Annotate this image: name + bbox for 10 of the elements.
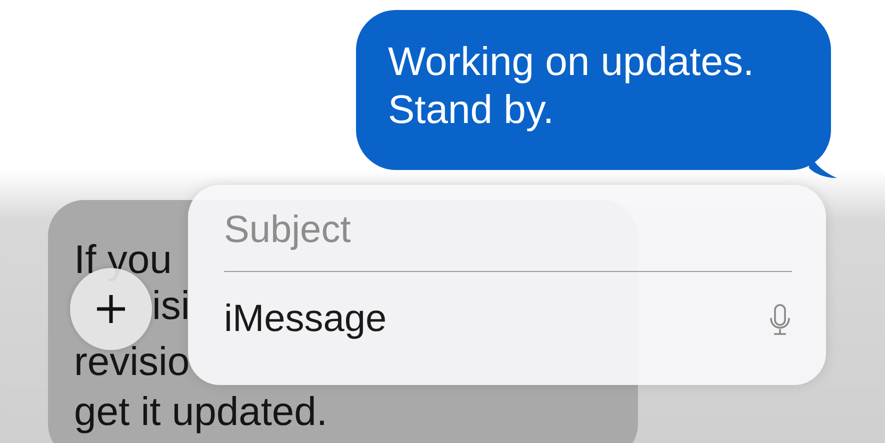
plus-icon (94, 292, 128, 326)
microphone-icon[interactable] (768, 302, 792, 336)
message-text: Working on updates. (388, 39, 756, 86)
message-text: Stand by. (388, 87, 556, 134)
message-field[interactable]: iMessage (224, 298, 704, 341)
message-text: get it updated. (74, 389, 328, 436)
message-text: revisio (74, 339, 190, 386)
subject-field[interactable]: Subject (224, 203, 704, 257)
message-text: If you (74, 237, 172, 284)
message-text: isi (152, 283, 190, 330)
